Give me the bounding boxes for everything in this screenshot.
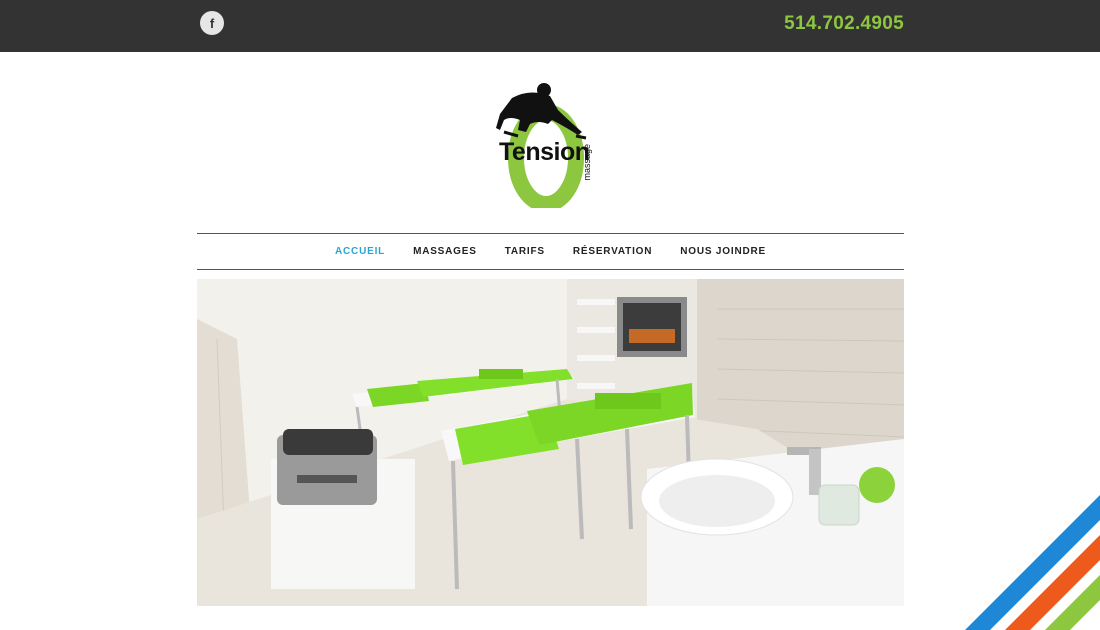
massage-room-photo — [197, 279, 904, 606]
decorative-stripes — [965, 495, 1100, 630]
nav-item-massages[interactable]: MASSAGES — [413, 246, 477, 257]
main-nav: ACCUEIL MASSAGES TARIFS RÉSERVATION NOUS… — [197, 233, 904, 270]
nav-item-reservation[interactable]: RÉSERVATION — [573, 246, 652, 257]
nav-item-nous-joindre[interactable]: NOUS JOINDRE — [680, 246, 766, 257]
facebook-icon[interactable]: f — [200, 11, 224, 35]
nav-item-tarifs[interactable]: TARIFS — [505, 246, 545, 257]
logo-wordmark: Tension — [499, 138, 590, 166]
phone-number[interactable]: 514.702.4905 — [784, 13, 904, 35]
top-bar: f 514.702.4905 — [0, 0, 1100, 52]
nav-item-accueil[interactable]: ACCUEIL — [335, 246, 385, 257]
logo-subtitle: massage — [582, 144, 592, 181]
hero-image — [197, 279, 904, 606]
site-logo[interactable]: Tension massage — [492, 80, 602, 212]
